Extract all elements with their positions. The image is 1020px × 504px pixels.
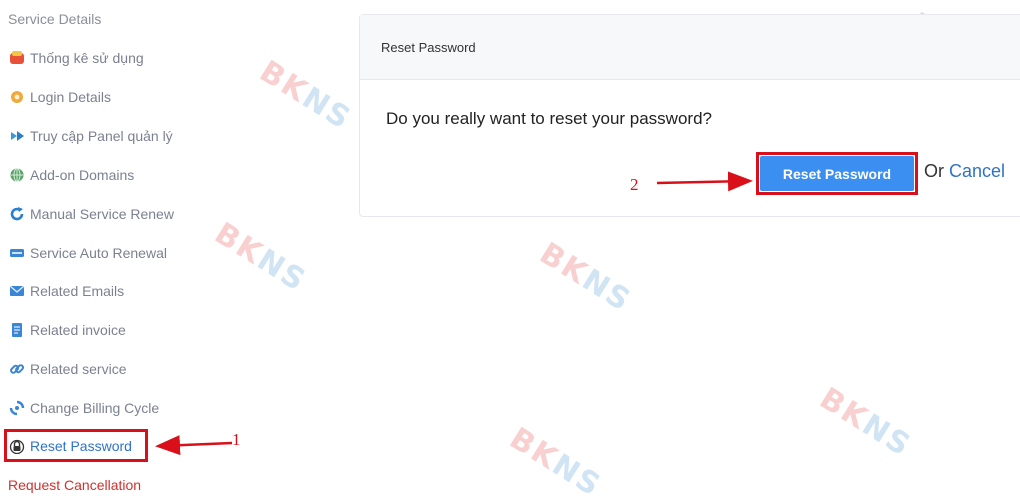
or-text: Or <box>924 161 944 181</box>
sidebar-item-label: Add-on Domains <box>30 167 135 183</box>
sidebar-item-related-emails[interactable]: Related Emails <box>8 280 124 302</box>
link-icon <box>8 360 26 378</box>
sidebar-item-panel-access[interactable]: Truy cập Panel quản lý <box>8 125 173 147</box>
watermark: BKNS <box>503 420 608 504</box>
watermark: BKNS <box>813 380 918 465</box>
sidebar-item-label: Change Billing Cycle <box>30 400 160 416</box>
confirmation-question: Do you really want to reset your passwor… <box>386 109 712 128</box>
sidebar-item-label: Login Details <box>30 89 111 105</box>
sidebar-item-label: Request Cancellation <box>8 477 142 493</box>
envelope-icon <box>8 282 26 300</box>
highlight-box-reset-password <box>4 429 148 462</box>
annotation-step-2: 2 <box>630 175 639 194</box>
sidebar-item-label: Related invoice <box>30 322 126 338</box>
sidebar-item-login-details[interactable]: Login Details <box>8 86 111 108</box>
sidebar-item-related-invoice[interactable]: Related invoice <box>8 319 126 341</box>
auto-badge-icon <box>8 244 26 262</box>
cancel-link[interactable]: Cancel <box>949 161 1005 181</box>
sidebar-item-auto-renewal[interactable]: Service Auto Renewal <box>8 242 167 264</box>
watermark: BKNS <box>533 235 638 320</box>
cycle-icon <box>8 399 26 417</box>
chart-icon <box>8 49 26 67</box>
globe-icon <box>8 166 26 184</box>
watermark: BKNS <box>208 215 313 300</box>
sidebar-item-addon-domains[interactable]: Add-on Domains <box>8 164 134 186</box>
document-icon <box>8 321 26 339</box>
sidebar-item-label: Thống kê sử dụng <box>30 50 144 66</box>
watermark: BKNS <box>253 53 358 138</box>
annotation-step-1: 1 <box>232 430 241 449</box>
highlight-box-reset-button <box>756 152 918 195</box>
sidebar-item-change-billing-cycle[interactable]: Change Billing Cycle <box>8 397 159 419</box>
sidebar-item-usage-stats[interactable]: Thống kê sử dụng <box>8 47 144 69</box>
or-cancel: Or Cancel <box>924 161 1005 182</box>
sidebar-item-label: Manual Service Renew <box>30 206 174 222</box>
sidebar-item-related-service[interactable]: Related service <box>8 358 127 380</box>
reset-password-panel: Reset Password Do you really want to res… <box>359 14 1020 217</box>
sidebar-item-label: Related service <box>30 361 127 377</box>
sidebar-header: Service Details <box>8 11 102 27</box>
sidebar-item-label: Truy cập Panel quản lý <box>30 128 173 144</box>
arrow-right-icon <box>8 127 26 145</box>
sidebar-item-manual-renew[interactable]: Manual Service Renew <box>8 203 174 225</box>
sidebar-item-label: Service Auto Renewal <box>30 245 167 261</box>
sidebar-item-request-cancellation[interactable]: Request Cancellation <box>8 474 141 496</box>
gear-icon <box>8 88 26 106</box>
panel-title: Reset Password <box>360 15 1020 80</box>
sidebar: Service Details Thống kê sử dụng Login D… <box>0 0 220 500</box>
refresh-icon <box>8 205 26 223</box>
sidebar-item-label: Related Emails <box>30 283 125 299</box>
